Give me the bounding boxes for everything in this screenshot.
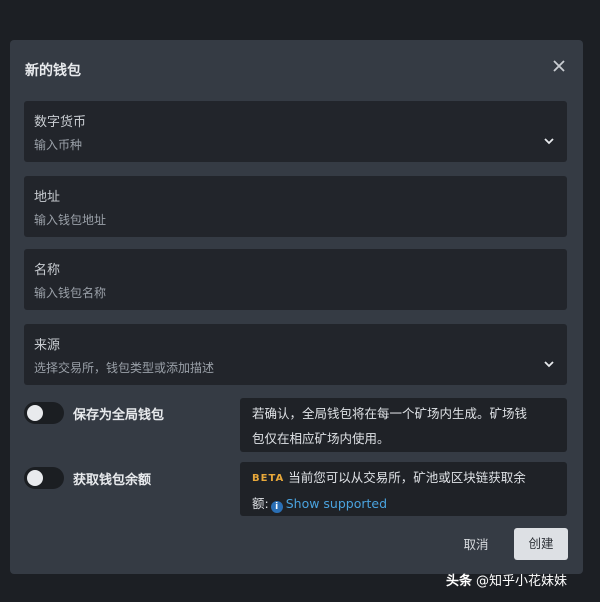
address-placeholder: 输入钱包地址: [34, 213, 107, 227]
info-icon: i: [270, 501, 283, 513]
chevron-down-icon[interactable]: [543, 135, 555, 147]
global-wallet-label: 保存为全局钱包: [73, 408, 165, 423]
watermark: 头条 @知乎小花妹妹: [446, 570, 567, 589]
currency-placeholder: 输入币种: [34, 138, 83, 152]
new-wallet-dialog: 新的钱包 数字货币 输入币种 地址 输入钱包地址 名称 输入钱包名称 来源 选择…: [10, 40, 583, 574]
address-field[interactable]: 地址 输入钱包地址: [24, 176, 567, 237]
balance-label: 获取钱包余额: [73, 473, 152, 488]
toggle-knob: [27, 470, 43, 486]
beta-badge: BETA: [252, 473, 285, 484]
name-label: 名称: [34, 263, 61, 278]
address-label: 地址: [34, 190, 61, 205]
watermark-brand: 头条: [446, 574, 473, 589]
source-select[interactable]: 来源 选择交易所，钱包类型或添加描述: [24, 324, 567, 385]
currency-label: 数字货币: [34, 115, 87, 130]
show-supported-link[interactable]: Show supported: [286, 496, 387, 511]
global-note-line1: 若确认，全局钱包将在每一个矿场内生成。矿场钱: [252, 406, 528, 421]
watermark-handle: @知乎小花妹妹: [476, 574, 568, 589]
name-field[interactable]: 名称 输入钱包名称: [24, 249, 567, 310]
cancel-button[interactable]: 取消: [450, 530, 502, 560]
name-placeholder: 输入钱包名称: [34, 286, 107, 300]
create-button[interactable]: 创建: [514, 528, 568, 560]
balance-note-line1: 当前您可以从交易所，矿池或区块链获取余: [288, 470, 526, 485]
close-icon[interactable]: [551, 58, 567, 74]
toggle-knob: [27, 405, 43, 421]
dialog-title: 新的钱包: [25, 63, 81, 79]
source-label: 来源: [34, 338, 61, 353]
global-wallet-toggle[interactable]: [24, 402, 64, 424]
global-note-line2: 包仅在相应矿场内使用。: [252, 431, 390, 446]
source-placeholder: 选择交易所，钱包类型或添加描述: [34, 361, 215, 375]
chevron-down-icon[interactable]: [543, 358, 555, 370]
global-wallet-note: 若确认，全局钱包将在每一个矿场内生成。矿场钱 包仅在相应矿场内使用。: [240, 398, 567, 452]
balance-note-prefix: 额:: [252, 496, 269, 511]
balance-toggle[interactable]: [24, 467, 64, 489]
currency-select[interactable]: 数字货币 输入币种: [24, 101, 567, 162]
balance-note: BETA 当前您可以从交易所，矿池或区块链获取余 额: i Show supporte…: [240, 462, 567, 516]
